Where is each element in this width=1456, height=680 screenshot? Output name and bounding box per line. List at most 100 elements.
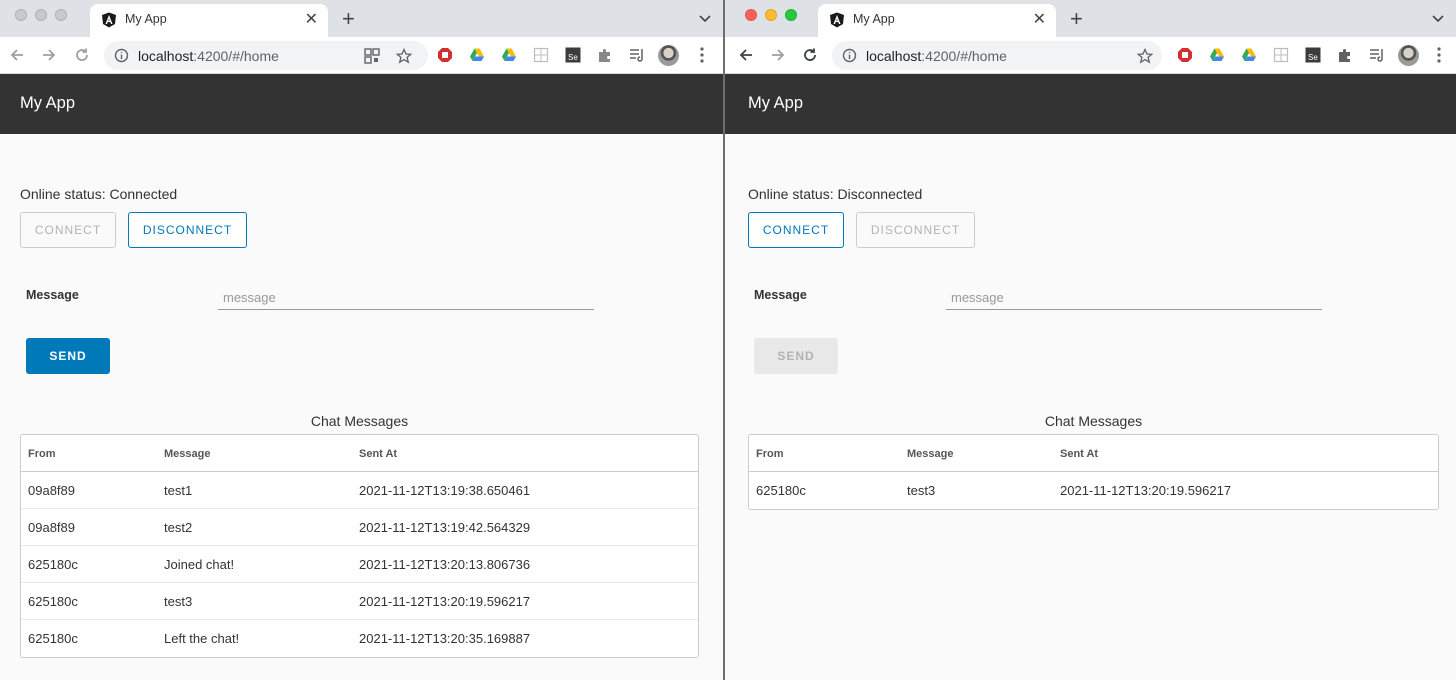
back-icon[interactable]	[8, 46, 26, 64]
forward-icon[interactable]	[769, 46, 787, 64]
table-row: 09a8f89 test2 2021-11-12T13:19:42.564329	[21, 509, 698, 546]
selenium-extension-icon[interactable]: Se	[1305, 47, 1321, 63]
column-header-from[interactable]: From	[28, 448, 56, 460]
browser-tab[interactable]: My App ✕	[818, 4, 1056, 37]
browser-toolbar: localhost:4200/#/home Se	[725, 37, 1456, 74]
angular-icon	[830, 12, 844, 28]
url-text: localhost:4200/#/home	[866, 48, 1007, 64]
column-header-message[interactable]: Message	[164, 448, 210, 460]
reading-list-icon[interactable]	[1369, 47, 1385, 63]
browser-window-left: My App ✕ + localhost:4200/#/home Se My A…	[0, 0, 723, 680]
cell-message: Joined chat!	[164, 557, 235, 572]
svg-text:Se: Se	[568, 53, 578, 62]
table-row: 625180c Joined chat! 2021-11-12T13:20:13…	[21, 546, 698, 583]
cell-message: Left the chat!	[164, 631, 240, 646]
message-input[interactable]	[946, 286, 1322, 310]
chat-messages-table: From Message Sent At 09a8f89 test1 2021-…	[20, 434, 699, 658]
profile-avatar[interactable]	[658, 45, 679, 66]
app-header: My App	[0, 74, 723, 134]
table-row: 625180c Left the chat! 2021-11-12T13:20:…	[21, 620, 698, 657]
connect-button[interactable]: CONNECT	[20, 212, 116, 248]
info-icon[interactable]	[842, 48, 857, 63]
send-button[interactable]: SEND	[754, 338, 838, 374]
cell-from: 625180c	[28, 594, 78, 609]
tab-strip: My App ✕ +	[0, 0, 723, 37]
qr-code-icon[interactable]	[364, 48, 380, 64]
adblock-extension-icon[interactable]	[1177, 47, 1193, 63]
minimize-window-button[interactable]	[35, 9, 47, 21]
more-menu-icon[interactable]	[699, 46, 705, 64]
zoom-window-button[interactable]	[55, 9, 67, 21]
connect-button[interactable]: CONNECT	[748, 212, 844, 248]
bookmark-star-icon[interactable]	[396, 48, 412, 64]
column-header-from[interactable]: From	[756, 448, 784, 460]
message-label: Message	[754, 288, 807, 302]
table-header: From Message Sent At	[21, 435, 698, 472]
cell-from: 625180c	[28, 557, 78, 572]
grid-extension-icon[interactable]	[1273, 47, 1289, 63]
app-header: My App	[725, 74, 1456, 134]
browser-tab[interactable]: My App ✕	[90, 4, 328, 37]
table-row: 09a8f89 test1 2021-11-12T13:19:38.650461	[21, 472, 698, 509]
reload-icon[interactable]	[801, 46, 819, 64]
adblock-extension-icon[interactable]	[437, 47, 453, 63]
online-status: Online status: Disconnected	[748, 186, 923, 202]
bookmark-star-icon[interactable]	[1137, 48, 1153, 64]
close-window-button[interactable]	[15, 9, 27, 21]
extensions-puzzle-icon[interactable]	[597, 47, 613, 63]
app-title: My App	[20, 94, 76, 112]
address-bar[interactable]: localhost:4200/#/home	[832, 41, 1162, 70]
tab-strip: My App ✕ +	[725, 0, 1456, 37]
table-caption: Chat Messages	[310, 413, 409, 429]
minimize-window-button[interactable]	[765, 9, 777, 21]
new-tab-icon[interactable]: +	[342, 6, 355, 32]
cell-sent-at: 2021-11-12T13:19:38.650461	[359, 483, 531, 498]
more-menu-icon[interactable]	[1436, 46, 1442, 64]
cell-from: 09a8f89	[28, 520, 75, 535]
close-tab-icon[interactable]: ✕	[305, 10, 318, 30]
svg-text:Se: Se	[1308, 53, 1318, 62]
url-text: localhost:4200/#/home	[138, 48, 279, 64]
back-icon[interactable]	[737, 46, 755, 64]
cell-sent-at: 2021-11-12T13:20:19.596217	[1060, 483, 1232, 498]
browser-window-right: My App ✕ + localhost:4200/#/home Se My A…	[725, 0, 1456, 680]
grid-extension-icon[interactable]	[533, 47, 549, 63]
address-bar[interactable]: localhost:4200/#/home	[104, 41, 428, 70]
google-drive-icon[interactable]	[1209, 47, 1225, 63]
cell-sent-at: 2021-11-12T13:20:35.169887	[359, 631, 531, 646]
google-drive-icon-2[interactable]	[501, 47, 517, 63]
column-header-message[interactable]: Message	[907, 448, 953, 460]
send-button[interactable]: SEND	[26, 338, 110, 374]
forward-icon[interactable]	[40, 46, 58, 64]
close-tab-icon[interactable]: ✕	[1033, 10, 1046, 30]
disconnect-button[interactable]: DISCONNECT	[128, 212, 247, 248]
browser-toolbar: localhost:4200/#/home Se	[0, 37, 723, 74]
zoom-window-button[interactable]	[785, 9, 797, 21]
google-drive-icon[interactable]	[469, 47, 485, 63]
google-drive-icon-2[interactable]	[1241, 47, 1257, 63]
window-controls	[745, 9, 797, 21]
cell-message: test2	[164, 520, 193, 535]
message-input[interactable]	[218, 286, 594, 310]
info-icon[interactable]	[114, 48, 129, 63]
new-tab-icon[interactable]: +	[1070, 6, 1083, 32]
cell-sent-at: 2021-11-12T13:20:13.806736	[359, 557, 531, 572]
cell-message: test1	[164, 483, 193, 498]
reading-list-icon[interactable]	[629, 47, 645, 63]
tab-search-icon[interactable]	[1430, 10, 1446, 26]
angular-icon	[102, 12, 116, 28]
column-header-sent-at[interactable]: Sent At	[1060, 448, 1098, 460]
message-label: Message	[26, 288, 79, 302]
cell-from: 09a8f89	[28, 483, 75, 498]
tab-search-icon[interactable]	[697, 10, 713, 26]
app-title: My App	[748, 94, 804, 112]
close-window-button[interactable]	[745, 9, 757, 21]
window-controls	[15, 9, 67, 21]
table-header: From Message Sent At	[749, 435, 1438, 472]
reload-icon[interactable]	[73, 46, 91, 64]
profile-avatar[interactable]	[1398, 45, 1419, 66]
selenium-extension-icon[interactable]: Se	[565, 47, 581, 63]
extensions-puzzle-icon[interactable]	[1337, 47, 1353, 63]
column-header-sent-at[interactable]: Sent At	[359, 448, 397, 460]
disconnect-button[interactable]: DISCONNECT	[856, 212, 975, 248]
